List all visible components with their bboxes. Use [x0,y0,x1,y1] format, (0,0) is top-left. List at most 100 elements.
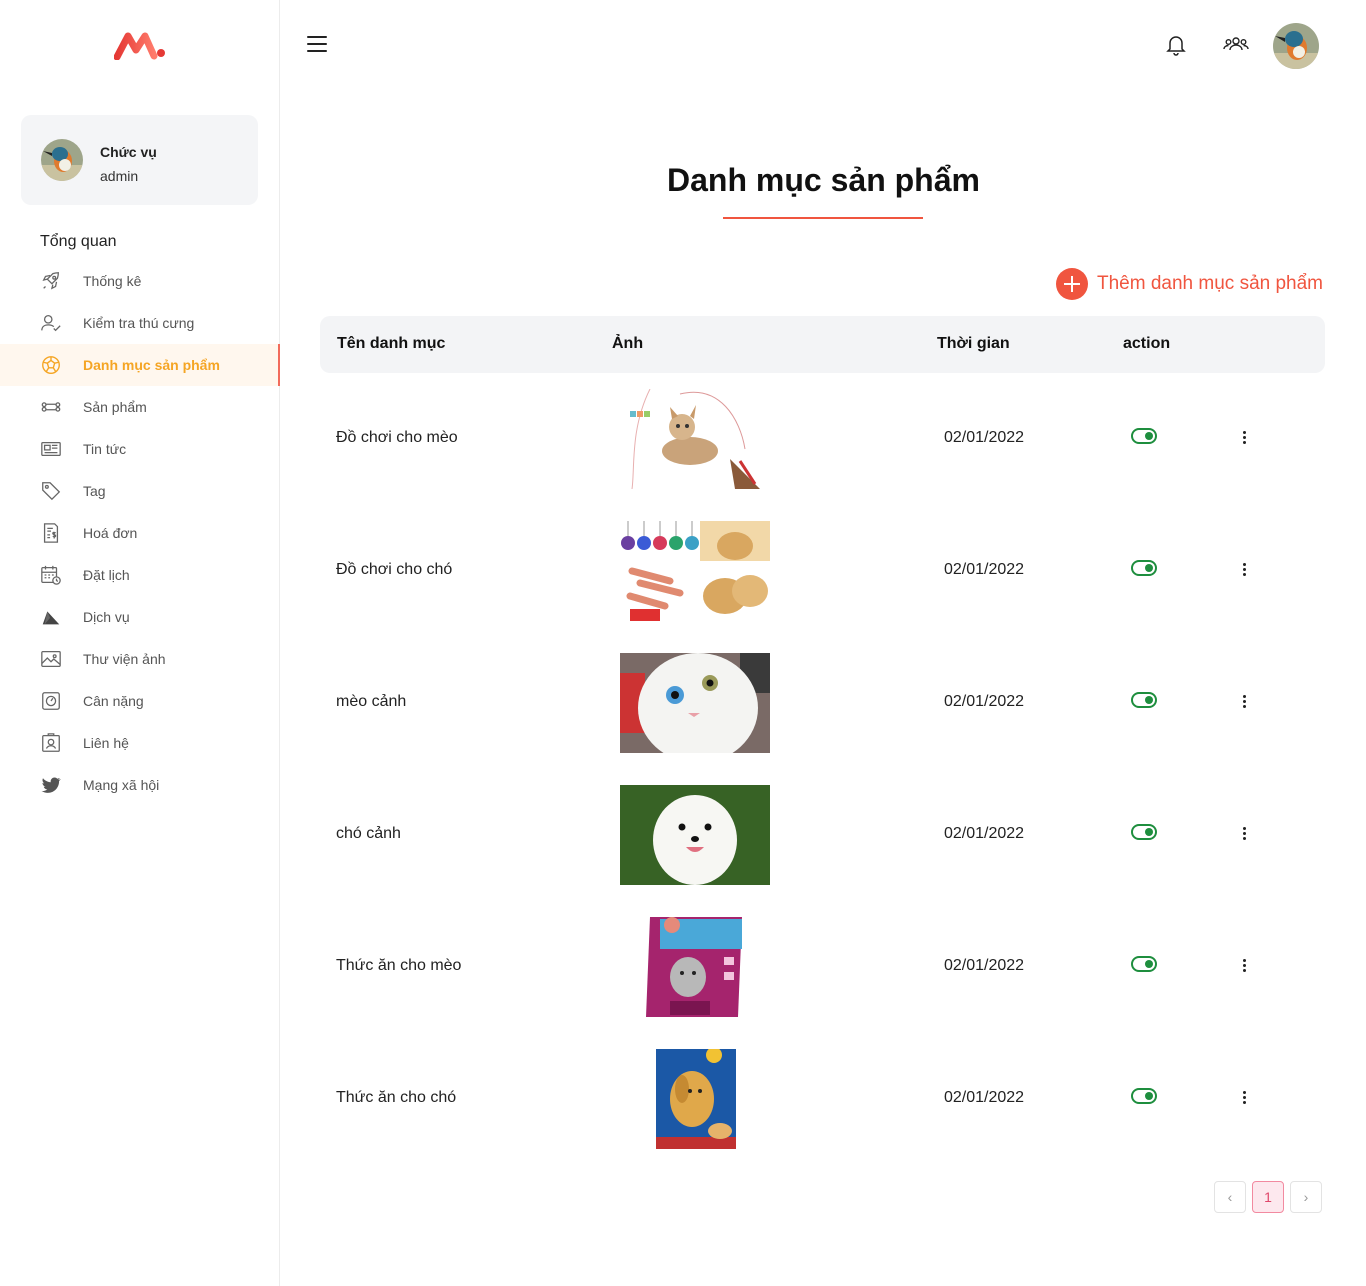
column-header-date: Thời gian [937,335,1010,352]
category-date: 02/01/2022 [944,825,1025,842]
sidebar-item-label: Sản phẩm [83,399,147,415]
contact-icon [39,732,63,754]
more-options-icon[interactable] [1236,827,1252,841]
sidebar-item-thong-ke[interactable]: Thống kê [0,260,280,302]
page-title: Danh mục sản phẩm [667,162,980,198]
table-row: mèo cảnh 02/01/2022 [320,637,1325,769]
sidebar-item-label: Cân nặng [83,693,144,709]
sidebar-item-can-nang[interactable]: Cân nặng [0,680,280,722]
section-title: Tổng quan [40,233,117,250]
category-date: 02/01/2022 [944,693,1025,710]
sidebar-item-tag[interactable]: Tag [0,470,280,512]
table-row: Đồ chơi cho chó 02/01/2022 [320,505,1325,637]
table-header: Tên danh mục Ảnh Thời gian action [320,316,1325,373]
bone-icon [39,396,63,418]
column-header-name: Tên danh mục [337,335,446,352]
sidebar-item-label: Đặt lịch [83,567,130,583]
scale-icon [39,690,63,712]
more-options-icon[interactable] [1236,431,1252,445]
avatar [41,139,83,181]
category-name: Thức ăn cho chó [336,1089,457,1106]
bell-icon[interactable] [1164,32,1188,56]
status-toggle[interactable] [1131,1088,1157,1104]
hamburger-line [307,43,327,45]
more-options-icon[interactable] [1236,563,1252,577]
category-name: chó cảnh [336,825,401,842]
sidebar-item-label: Dịch vụ [83,609,130,625]
category-image [620,785,770,885]
image-icon [39,648,63,670]
status-toggle[interactable] [1131,560,1157,576]
category-image [620,1049,770,1149]
role-value: admin [100,168,139,184]
category-name: Đồ chơi cho chó [336,561,453,578]
add-category-button[interactable]: Thêm danh mục sản phẩm [1056,268,1323,300]
column-header-action: action [1123,335,1171,352]
sidebar-item-lien-he[interactable]: Liên hệ [0,722,280,764]
category-name: mèo cảnh [336,693,407,710]
tag-icon [39,480,63,502]
sidebar-item-thu-vien-anh[interactable]: Thư viện ảnh [0,638,280,680]
rocket-icon [39,270,63,292]
sidebar-item-dich-vu[interactable]: Dịch vụ [0,596,280,638]
sidebar-item-label: Mạng xã hội [83,777,160,793]
twitter-icon [39,774,63,796]
more-options-icon[interactable] [1236,1091,1252,1105]
sidebar-item-label: Tag [83,483,106,499]
menu-toggle-button[interactable] [307,36,327,54]
sidebar-item-label: Tin tức [83,441,127,457]
category-image [620,653,770,753]
category-date: 02/01/2022 [944,561,1025,578]
category-date: 02/01/2022 [944,429,1025,446]
more-options-icon[interactable] [1236,695,1252,709]
category-name: Thức ăn cho mèo [336,957,462,974]
more-options-icon[interactable] [1236,959,1252,973]
sidebar-item-mang-xa-hoi[interactable]: Mạng xã hội [0,764,280,806]
page-button[interactable]: 1 [1252,1181,1284,1213]
table-row: chó cảnh 02/01/2022 [320,769,1325,901]
hamburger-line [307,36,327,38]
calendar-icon [39,564,63,586]
sidebar-item-danh-muc-san-pham[interactable]: Danh mục sản phẩm [0,344,280,386]
status-toggle[interactable] [1131,692,1157,708]
sidebar-item-tin-tuc[interactable]: Tin tức [0,428,280,470]
category-table: Đồ chơi cho mèo 02/01/2022 Đồ chơi cho c… [320,373,1325,1165]
sidebar-item-label: Kiểm tra thú cưng [83,315,195,331]
sidebar-item-kiem-tra-thu-cung[interactable]: Kiểm tra thú cưng [0,302,280,344]
sidebar-item-hoa-don[interactable]: Hoá đơn [0,512,280,554]
status-toggle[interactable] [1131,956,1157,972]
title-underline [723,217,923,219]
invoice-icon [39,522,63,544]
table-row: Đồ chơi cho mèo 02/01/2022 [320,373,1325,505]
user-avatar[interactable] [1273,23,1319,69]
category-image [620,521,770,621]
prev-page-button[interactable]: ‹ [1214,1181,1246,1213]
service-icon [39,606,63,628]
hamburger-line [307,50,327,52]
add-category-label: Thêm danh mục sản phẩm [1097,273,1324,294]
table-row: Thức ăn cho chó 02/01/2022 [320,1033,1325,1165]
sidebar-item-label: Danh mục sản phẩm [83,357,220,373]
brand-logo[interactable] [114,30,166,60]
newspaper-icon [39,438,63,460]
ball-icon [39,354,63,376]
sidebar-menu: Thống kê Kiểm tra thú cưng Danh mục sản … [0,260,280,806]
profile-card[interactable]: Chức vụ admin [21,115,258,205]
column-header-image: Ảnh [612,335,644,352]
sidebar-item-label: Liên hệ [83,735,129,751]
category-name: Đồ chơi cho mèo [336,429,458,446]
user-check-icon [39,312,63,334]
next-page-button[interactable]: › [1290,1181,1322,1213]
sidebar-item-san-pham[interactable]: Sản phẩm [0,386,280,428]
category-date: 02/01/2022 [944,957,1025,974]
status-toggle[interactable] [1131,428,1157,444]
sidebar: Chức vụ admin Tổng quan Thống kê Kiểm tr… [0,0,280,1286]
sidebar-item-dat-lich[interactable]: Đặt lịch [0,554,280,596]
sidebar-item-label: Thống kê [83,273,142,289]
category-date: 02/01/2022 [944,1089,1025,1106]
users-icon[interactable] [1223,32,1249,56]
sidebar-item-label: Hoá đơn [83,525,138,541]
role-label: Chức vụ [100,144,157,160]
status-toggle[interactable] [1131,824,1157,840]
category-image [620,389,770,489]
